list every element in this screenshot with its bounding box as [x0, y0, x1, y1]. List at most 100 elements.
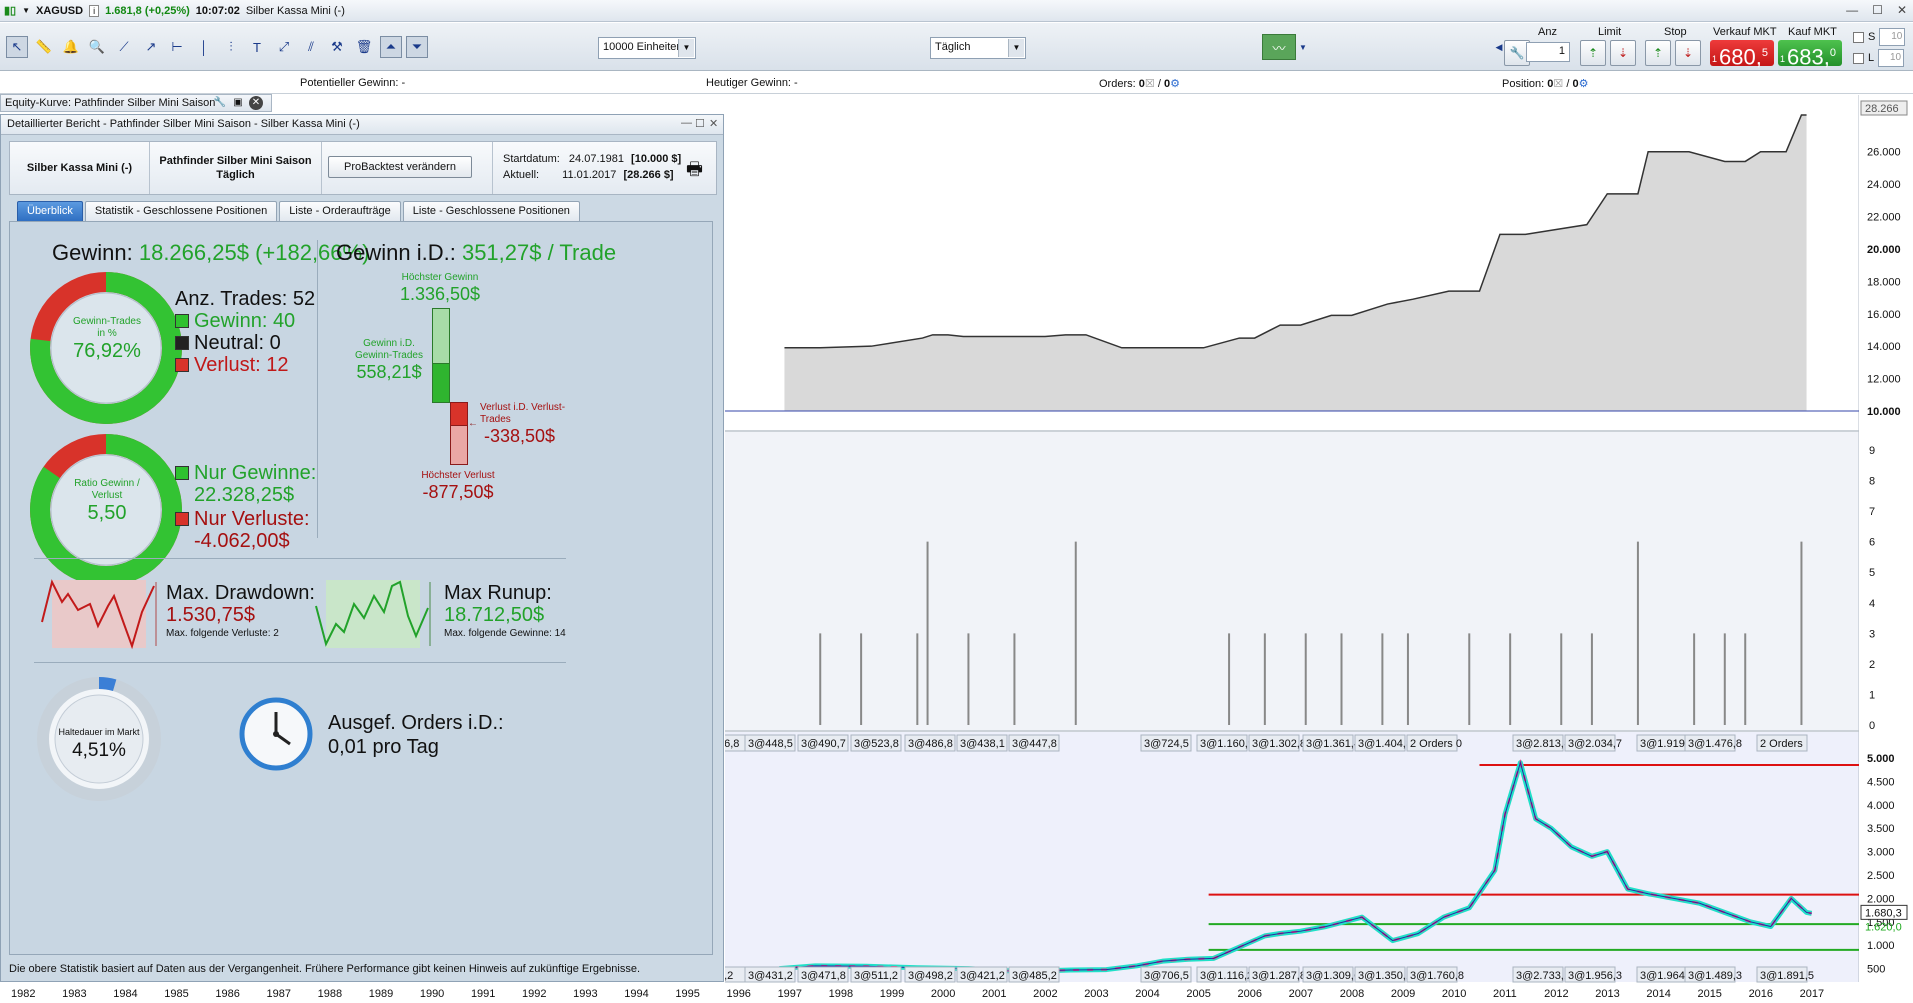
stop-buy-button[interactable]: ⇡ [1645, 40, 1671, 66]
system-name: Pathfinder Silber Mini Saison [159, 155, 312, 167]
max-drawdown-sub: Max. folgende Verluste: 2 [166, 628, 279, 639]
ruler-tool-icon[interactable]: 📏 [33, 36, 55, 58]
chevron-down-icon: ▼ [1008, 39, 1024, 57]
horizontal-line-icon[interactable]: ⊢ [166, 36, 188, 58]
period-select-value: Täglich [935, 41, 971, 53]
total-gain: Gewinn: 18.266,25$ (+182,66%) [52, 240, 369, 266]
neutral-trades: Neutral: 0 [175, 332, 281, 355]
positions-axis-label: 0 [1869, 720, 1875, 732]
loss-label: Verlust: [194, 354, 261, 376]
chevron-down-icon[interactable]: ▼ [1296, 34, 1310, 60]
only-losses-label: Nur Verluste: [175, 508, 310, 531]
line-tool-icon[interactable]: ⟋ [113, 36, 135, 58]
quantity-input[interactable]: 1 [1526, 42, 1570, 62]
order-label: 3@1.302,8 [1252, 738, 1306, 750]
ratio-ring-label: Ratio Gewinn / Verlust [74, 478, 140, 501]
current-date: 11.01.2017 [562, 169, 617, 181]
buy-market-button[interactable]: 1683,0 [1778, 40, 1842, 70]
collapse-arrow-icon[interactable]: ◀ [1495, 36, 1503, 58]
delete-orders-icon[interactable]: ☒ [1145, 78, 1155, 90]
stop-loss-input[interactable]: 10 [1879, 28, 1906, 46]
hammer-icon[interactable]: ⚒ [326, 36, 348, 58]
year-label: 2009 [1391, 988, 1415, 1000]
order-label: 2 Orders [1760, 738, 1803, 750]
close-icon[interactable]: ✕ [709, 117, 718, 130]
year-label: 1982 [11, 988, 35, 1000]
buy-price-prefix: 1 [1780, 53, 1786, 64]
symbol-dropdown-icon[interactable]: ▼ [22, 6, 30, 15]
chart-type-icon[interactable]: 〰 [1262, 34, 1296, 60]
trash-icon[interactable]: 🗑 [353, 36, 375, 58]
price-axis-label: 4.000 [1867, 800, 1895, 812]
units-select-value: 10000 Einheiten [603, 41, 683, 53]
sell-market-button[interactable]: 1680,5 [1710, 40, 1774, 69]
close-icon[interactable]: ✕ [249, 96, 263, 110]
channel-tool-icon[interactable]: ⤢ [273, 36, 295, 58]
stop-loss-checkbox[interactable] [1853, 31, 1864, 43]
chevron-down-icon: ▼ [678, 39, 694, 57]
chart-indicator-icon[interactable]: ⏶ [380, 36, 402, 58]
pointer-tool-icon[interactable]: ↖ [6, 36, 28, 58]
info-icon[interactable]: i [89, 4, 100, 17]
wrench-icon[interactable]: 🔧 [213, 96, 227, 110]
zoom-icon[interactable]: 🔍 [86, 36, 108, 58]
position-settings-icon[interactable]: ⚙ [1579, 78, 1589, 90]
stop-label: Stop [1664, 26, 1687, 38]
report-title-bar[interactable]: Detaillierter Bericht - Pathfinder Silbe… [1, 115, 723, 135]
order-label: 3@1.361,4 [1306, 738, 1360, 750]
limit-sell-button[interactable]: ⇣ [1610, 40, 1636, 66]
clock-icon [239, 697, 313, 771]
highest-gain-label: Höchster Gewinn [401, 272, 479, 283]
trend-indicator-icon[interactable]: ⏷ [406, 36, 428, 58]
maximize-icon[interactable]: ☐ [1872, 3, 1883, 17]
win-ring-value: 76,92% [73, 340, 141, 362]
printer-icon[interactable]: 🖶 [686, 157, 703, 187]
period-select[interactable]: Täglich ▼ [930, 37, 1026, 59]
units-select[interactable]: 10000 Einheiten ▼ [598, 37, 696, 59]
tab-order-list[interactable]: Liste - Orderaufträge [279, 201, 401, 221]
take-profit-input[interactable]: 10 [1878, 49, 1905, 67]
parallel-tool-icon[interactable]: ⫽ [300, 36, 322, 58]
close-icon[interactable]: ✕ [1897, 3, 1907, 17]
year-label: 2005 [1186, 988, 1210, 1000]
minimize-icon[interactable]: — [1846, 3, 1858, 17]
maximize-icon[interactable]: ☐ [695, 117, 705, 130]
tab-closed-positions-list[interactable]: Liste - Geschlossene Positionen [402, 201, 580, 221]
buy-price-main: 683, [1787, 44, 1830, 70]
order-label: 3@485,2 [1012, 970, 1057, 982]
price-axis-label: 5.000 [1867, 753, 1895, 765]
limit-buy-button[interactable]: ⇡ [1580, 40, 1606, 66]
orders-settings-icon[interactable]: ⚙ [1170, 78, 1180, 90]
report-instrument: Silber Kassa Mini (-) [10, 142, 150, 194]
close-position-icon[interactable]: ☒ [1553, 78, 1563, 90]
year-label: 1997 [778, 988, 802, 1000]
minimize-icon[interactable]: — [681, 117, 692, 129]
chart-area[interactable]: 26.00024.00022.00020.00018.00016.00014.0… [725, 95, 1913, 1003]
order-label: 3@706,5 [1144, 970, 1189, 982]
take-profit-checkbox[interactable] [1853, 52, 1864, 64]
tab-overview[interactable]: Überblick [17, 201, 83, 221]
fibonacci-icon[interactable]: ⫶ [220, 36, 242, 58]
stop-sell-button[interactable]: ⇣ [1675, 40, 1701, 66]
start-label: Startdatum: [503, 153, 560, 165]
symbol-name[interactable]: XAGUSD [36, 5, 83, 17]
probacktest-modify-button[interactable]: ProBacktest verändern [328, 156, 472, 178]
win-ring-label: Gewinn-Trades in % [73, 316, 141, 339]
positions-panel[interactable] [725, 432, 1859, 730]
alarm-bell-icon[interactable]: 🔔 [60, 36, 82, 58]
instrument-name: Silber Kassa Mini (-) [245, 4, 345, 17]
positions-axis-label: 2 [1869, 659, 1875, 671]
order-label: 3@448,5 [748, 738, 793, 750]
price-panel[interactable] [725, 732, 1859, 982]
positions-axis-label: 9 [1869, 445, 1875, 457]
max-drawdown-label: Max. Drawdown: [166, 582, 315, 604]
window-icon[interactable]: ▣ [231, 96, 245, 110]
tab-closed-positions-stats[interactable]: Statistik - Geschlossene Positionen [84, 201, 278, 221]
equity-curve-header[interactable]: Equity-Kurve: Pathfinder Silber Mini Sai… [0, 94, 272, 112]
vertical-line-icon[interactable]: │ [193, 36, 215, 58]
text-tool-icon[interactable]: T [246, 36, 268, 58]
ray-tool-icon[interactable]: ↗ [140, 36, 162, 58]
year-label: 1984 [113, 988, 137, 1000]
executed-orders-label: Ausgef. Orders i.D.: [328, 712, 504, 734]
year-label: 1998 [829, 988, 853, 1000]
